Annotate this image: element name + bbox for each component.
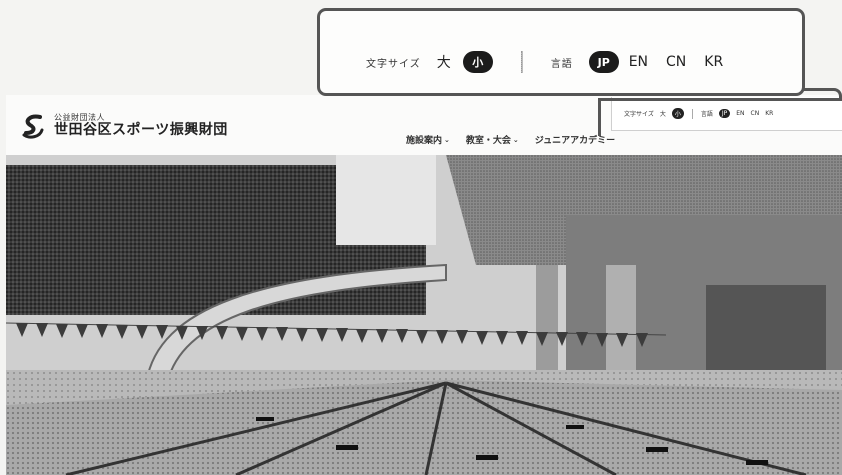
nav-item-label: 施設案内 [406,136,443,146]
language-cn-option[interactable]: CN [751,110,760,117]
language-cn-option[interactable]: CN [666,54,686,70]
font-size-small-option[interactable]: 小 [671,108,684,119]
header-utility-bar: 文字サイズ 大 小 言語 JP EN CN KR [611,97,842,131]
highlight-frame-edge [598,98,601,136]
font-size-small-option[interactable]: 小 [462,51,493,73]
site-logo[interactable]: 公益財団法人 世田谷区スポーツ振興財団 [20,113,228,139]
nav-item-classes-events[interactable]: 教室・大会 ⌄ [465,133,519,147]
font-size-label: 文字サイズ [624,111,654,118]
font-size-label: 文字サイズ [366,58,421,70]
org-name: 世田谷区スポーツ振興財団 [54,121,228,138]
language-kr-option[interactable]: KR [704,54,723,70]
pool-photo [6,155,842,475]
font-size-large-option[interactable]: 大 [660,109,666,118]
website: 公益財団法人 世田谷区スポーツ振興財団 文字サイズ 大 小 言語 JP EN C… [6,95,842,475]
hero-image [6,155,842,475]
nav-item-junior-academy[interactable]: ジュニアアカデミー [535,133,615,146]
chevron-down-icon: ⌄ [512,135,519,144]
divider [520,51,523,73]
zoom-callout: 文字サイズ 大 小 言語 JP EN CN KR [317,8,805,96]
language-kr-option[interactable]: KR [765,110,773,117]
language-jp-option[interactable]: JP [718,109,731,118]
callout-utility-bar: 文字サイズ 大 小 言語 JP EN CN KR [366,51,723,73]
main-nav: 施設案内 ⌄ 教室・大会 ⌄ ジュニアアカデミー [406,133,615,147]
language-label: 言語 [700,111,713,118]
chevron-down-icon: ⌄ [444,135,450,144]
language-jp-option[interactable]: JP [588,51,619,73]
site-header: 公益財団法人 世田谷区スポーツ振興財団 文字サイズ 大 小 言語 JP EN C… [6,95,842,155]
language-label: 言語 [550,58,573,70]
language-en-option[interactable]: EN [629,54,648,70]
font-size-large-option[interactable]: 大 [437,52,451,72]
nav-item-facilities[interactable]: 施設案内 ⌄ [406,133,450,147]
nav-item-label: ジュニアアカデミー [534,136,616,146]
language-en-option[interactable]: EN [736,110,744,117]
divider [691,108,693,119]
foundation-logo-icon [22,114,44,139]
nav-item-label: 教室・大会 [465,136,511,146]
